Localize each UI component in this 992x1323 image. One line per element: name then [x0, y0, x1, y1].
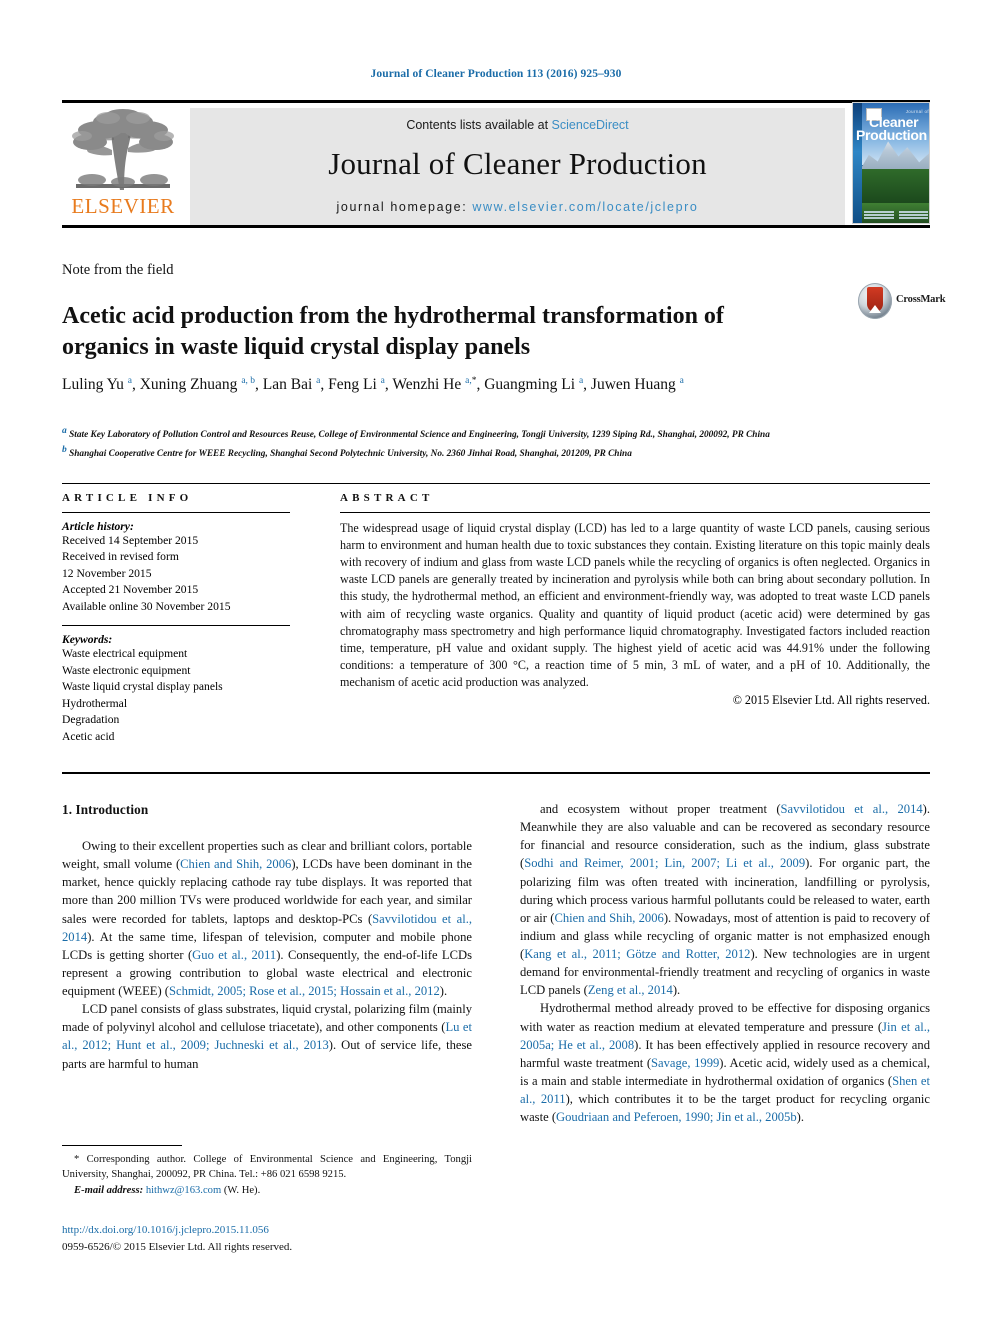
affiliation-a: a State Key Laboratory of Pollution Cont… [62, 424, 892, 443]
article-info-column: ARTICLE INFO Article history: Received 1… [62, 492, 290, 745]
history-line: Received 14 September 2015 [62, 534, 199, 547]
history-line: Received in revised form [62, 550, 179, 564]
section-heading-introduction: 1. Introduction [62, 802, 149, 817]
journal-homepage-link[interactable]: www.elsevier.com/locate/jclepro [472, 200, 698, 214]
affiliation-text-b: Shanghai Cooperative Centre for WEEE Rec… [69, 448, 632, 459]
body-paragraph: LCD panel consists of glass substrates, … [62, 1002, 472, 1071]
info-block-bottom-rule [62, 772, 930, 774]
abstract-heading: ABSTRACT [340, 492, 434, 504]
article-info-rule [62, 512, 290, 513]
corresponding-author-footnote: * Corresponding author. College of Envir… [62, 1152, 472, 1198]
keyword-item: Hydrothermal [62, 696, 128, 710]
email-suffix: (W. He). [223, 1184, 261, 1196]
homepage-prefix: journal homepage: [336, 200, 473, 214]
masthead-bottom-rule [62, 225, 930, 228]
issn-copyright-line: 0959-6526/© 2015 Elsevier Ltd. All right… [62, 1240, 293, 1253]
body-paragraph: Hydrothermal method already proved to be… [520, 1001, 930, 1125]
abstract-copyright: © 2015 Elsevier Ltd. All rights reserved… [732, 693, 930, 708]
corresponding-author-text: * Corresponding author. College of Envir… [62, 1154, 472, 1181]
body-column-right: and ecosystem without proper treatment (… [520, 800, 930, 1126]
article-history-label: Article history: [62, 520, 134, 533]
keywords-label: Keywords: [62, 633, 113, 647]
article-type: Note from the field [62, 262, 174, 278]
cover-footnote-col [898, 211, 928, 221]
keyword-item: Waste electronic equipment [62, 663, 191, 677]
journal-homepage-line: journal homepage: www.elsevier.com/locat… [190, 200, 845, 214]
history-line: Accepted 21 November 2015 [62, 583, 199, 597]
cover-title-line2: Production [856, 127, 927, 143]
author-list: Luling Yu a, Xuning Zhuang a, b, Lan Bai… [62, 375, 684, 393]
keywords-rule [62, 625, 290, 627]
affiliation-mark-b: b [62, 444, 67, 455]
crossmark-shield-icon [867, 287, 883, 312]
keyword-item: Degradation [62, 713, 120, 727]
body-paragraph: and ecosystem without proper treatment (… [520, 802, 931, 998]
email-label: E-mail address: [74, 1184, 144, 1196]
email-line: E-mail address: hithwz@163.com (W. He). [62, 1183, 472, 1198]
affiliation-list: a State Key Laboratory of Pollution Cont… [62, 424, 892, 461]
history-line: 12 November 2015 [62, 566, 152, 580]
doi-block: http://dx.doi.org/10.1016/j.jclepro.2015… [62, 1222, 482, 1255]
affiliation-text-a: State Key Laboratory of Pollution Contro… [69, 430, 770, 441]
elsevier-logo: ELSEVIER [62, 108, 184, 225]
cover-footnote-col [864, 211, 894, 221]
doi-link[interactable]: http://dx.doi.org/10.1016/j.jclepro.2015… [62, 1222, 482, 1239]
journal-title: Journal of Cleaner Production [328, 146, 707, 181]
footnote-rule [62, 1145, 182, 1146]
abstract-rule [340, 512, 930, 513]
elsevier-tree-icon [72, 109, 174, 190]
journal-masthead: ELSEVIER Contents lists available at Sci… [62, 100, 930, 228]
keyword-item: Waste liquid crystal display panels [62, 680, 223, 694]
sciencedirect-link[interactable]: ScienceDirect [552, 118, 629, 132]
body-paragraph: Owing to their excellent properties such… [62, 839, 473, 998]
history-line: Available online 30 November 2015 [62, 599, 231, 613]
body-column-left: 1. Introduction Owing to their excellent… [62, 800, 472, 1073]
running-head: Journal of Cleaner Production 113 (2016)… [370, 68, 622, 80]
article-info-heading: ARTICLE INFO [62, 492, 193, 504]
email-link[interactable]: hithwz@163.com [146, 1185, 221, 1196]
crossmark-icon [858, 283, 892, 319]
keyword-item: Waste electrical equipment [62, 647, 188, 661]
abstract-text: The widespread usage of liquid crystal d… [340, 521, 930, 689]
affiliation-mark-a: a [62, 426, 67, 436]
contents-prefix: Contents lists available at [406, 118, 552, 132]
journal-cover-thumbnail: Journal of Cleaner Production [852, 102, 930, 224]
paper-page: Journal of Cleaner Production 113 (2016)… [0, 0, 992, 1323]
keyword-item: Acetic acid [62, 729, 115, 743]
affiliation-b: b Shanghai Cooperative Centre for WEEE R… [62, 443, 892, 462]
page-title: Acetic acid production from the hydrothe… [62, 303, 724, 361]
journal-band: Contents lists available at ScienceDirec… [190, 108, 845, 225]
cover-footnote-lines [864, 211, 928, 221]
crossmark-badge[interactable]: CrossMark [858, 281, 946, 321]
masthead-top-rule [62, 100, 930, 103]
elsevier-wordmark: ELSEVIER [71, 194, 175, 218]
info-block-top-rule [62, 483, 930, 484]
crossmark-label: CrossMark [896, 294, 946, 305]
contents-line: Contents lists available at ScienceDirec… [190, 118, 845, 132]
abstract-column: ABSTRACT The widespread usage of liquid … [340, 492, 930, 708]
cover-spine-strip [853, 103, 862, 223]
